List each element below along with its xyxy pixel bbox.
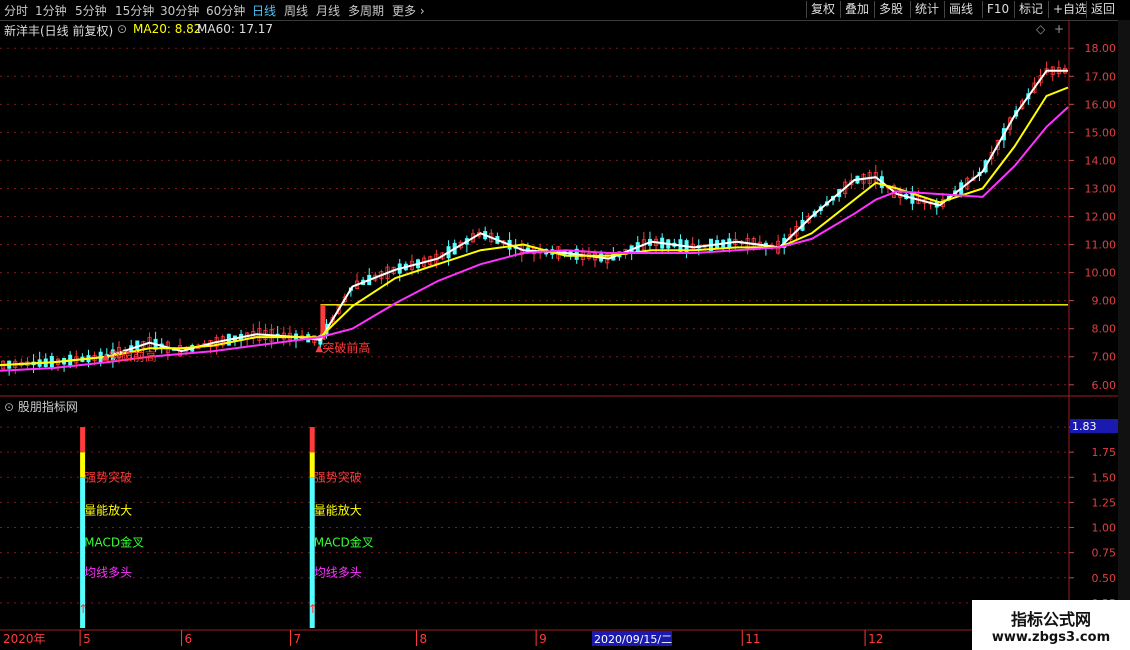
price-chart: 6.00 7.00 8.00 9.00 10.00 11.00 12.00 13.00 14.0… <box>0 20 1130 646</box>
ytick-label: 6.00 <box>1092 379 1117 392</box>
watermark-badge: 指标公式网 www.zbgs3.com <box>972 600 1130 650</box>
ytick-label: 0.75 <box>1092 547 1117 560</box>
ytick-label: 9.00 <box>1092 295 1117 308</box>
signal-label: 强势突破 <box>314 469 362 484</box>
ma-slow-line <box>0 106 1069 372</box>
xaxis-month-label: 5 <box>83 632 91 646</box>
watermark-name: 指标公式网 <box>1010 610 1091 629</box>
ma-fast-line <box>0 69 1068 367</box>
signal-label: 均线多头 <box>84 566 132 580</box>
signal-bar-segment <box>80 427 86 453</box>
current-value-label: 1.83 <box>1072 420 1097 433</box>
ma-mid-line <box>0 86 1069 367</box>
ytick-label: 13.00 <box>1085 182 1117 195</box>
ytick-label: 8.00 <box>1092 323 1117 336</box>
watermark-url: www.zbgs3.com <box>991 630 1111 645</box>
ytick-label: 12.00 <box>1085 211 1117 224</box>
signal-label: 均线多头 <box>314 566 362 580</box>
signal-bar-segment <box>309 427 315 453</box>
signal-label: 强势突破 <box>84 469 132 484</box>
xaxis-month-label: 8 <box>420 632 428 646</box>
signal-label: 量能放大 <box>314 502 362 517</box>
xaxis-month-label: 12 <box>868 632 883 646</box>
xaxis-month-label: 11 <box>745 632 760 646</box>
ytick-label: 10.00 <box>1085 267 1117 280</box>
signal-up-arrow-icon: ↑ <box>78 602 88 616</box>
ytick-label: 7.00 <box>1092 351 1117 364</box>
ytick-label: 0.50 <box>1092 572 1117 585</box>
ytick-label: 1.25 <box>1092 496 1117 509</box>
xaxis-month-label: 6 <box>185 632 193 646</box>
ytick-label: 11.00 <box>1085 239 1117 252</box>
signal-up-arrow-icon: ↑ <box>308 602 318 616</box>
xaxis-month-label: 7 <box>293 632 301 646</box>
signal-label: 量能放大 <box>84 502 132 517</box>
ytick-label: 16.00 <box>1085 98 1117 111</box>
ytick-label: 14.00 <box>1085 154 1117 167</box>
ytick-label: 17.00 <box>1085 70 1117 83</box>
breakout-label: 突破前高 <box>109 348 157 363</box>
xaxis-year-label: 2020年 <box>3 632 46 646</box>
breakout-label: 突破前高 <box>322 340 370 355</box>
ytick-label: 1.50 <box>1092 471 1117 484</box>
xaxis-month-label: 9 <box>539 632 547 646</box>
signal-label: MACD金叉 <box>314 535 374 550</box>
ytick-label: 15.00 <box>1085 126 1117 139</box>
ytick-label: 18.00 <box>1085 42 1117 55</box>
signal-label: MACD金叉 <box>84 535 144 550</box>
side-panel-edge <box>1118 20 1130 630</box>
ytick-label: 1.75 <box>1092 446 1117 459</box>
cursor-date-label: 2020/09/15/二 <box>594 633 672 646</box>
ytick-label: 1.00 <box>1092 522 1117 535</box>
